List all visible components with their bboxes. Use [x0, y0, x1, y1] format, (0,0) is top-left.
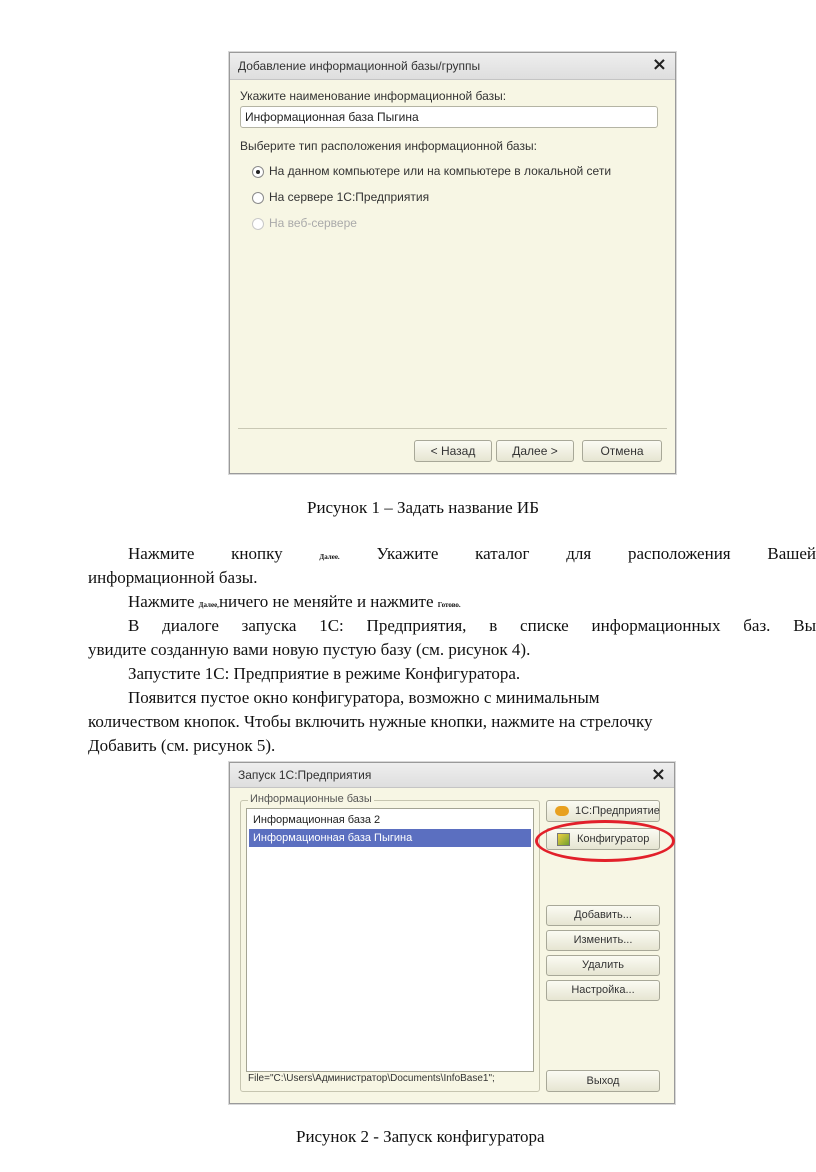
- next-button[interactable]: Далее >: [496, 440, 574, 462]
- figure1-caption: Рисунок 1 – Задать название ИБ: [307, 498, 539, 517]
- infobase-name-input[interactable]: Информационная база Пыгина: [240, 106, 658, 128]
- enterprise-button[interactable]: 1С:Предприятие: [546, 800, 660, 822]
- infobase-path: File="C:\Users\Администратор\Documents\I…: [248, 1073, 495, 1084]
- add-infobase-dialog: Добавление информационной базы/группы × …: [229, 52, 676, 474]
- delete-button[interactable]: Удалить: [546, 955, 660, 976]
- next-button-inline-2: Далее,: [198, 601, 219, 609]
- highlight-oval: [535, 820, 675, 862]
- dialog-title: Добавление информационной базы/группы: [238, 59, 481, 73]
- infobase-list[interactable]: Информационная база 2 Информационная баз…: [246, 808, 534, 1072]
- dialog-title-2: Запуск 1С:Предприятия: [238, 768, 372, 782]
- next-button-inline: Далее.: [319, 553, 340, 561]
- launch-enterprise-dialog: Запуск 1С:Предприятия × Информационные б…: [229, 762, 675, 1104]
- radio-option-server[interactable]: На сервере 1С:Предприятия: [252, 190, 652, 206]
- close-icon[interactable]: ×: [651, 764, 666, 785]
- infobases-group-label: Информационные базы: [248, 793, 374, 805]
- paragraph-3-line-1: В диалоге запуска 1С: Предприятия, в спи…: [128, 616, 816, 635]
- p2-text-b: ничего не меняйте и нажмите: [218, 592, 434, 611]
- paragraph-1-line-2: информационной базы.: [88, 568, 258, 587]
- paragraph-5-line-2: количеством кнопок. Чтобы включить нужны…: [88, 712, 653, 731]
- infobase-name-label: Укажите наименование информационной базы…: [240, 89, 507, 103]
- radio-selected-icon: [252, 166, 264, 178]
- cancel-button[interactable]: Отмена: [582, 440, 662, 462]
- radio-label-server: На сервере 1С:Предприятия: [269, 190, 430, 204]
- location-type-label: Выберите тип расположения информационной…: [240, 139, 537, 153]
- edit-button[interactable]: Изменить...: [546, 930, 660, 951]
- paragraph-3-line-2: увидите созданную вами новую пустую базу…: [88, 640, 531, 659]
- dialog-separator: [238, 428, 667, 429]
- p1-text-a: Нажмите кнопку: [128, 544, 283, 563]
- p2-text-a: Нажмите: [128, 592, 195, 611]
- radio-label-local: На данном компьютере или на компьютере в…: [269, 164, 612, 178]
- dialog-title-bar-2: Запуск 1С:Предприятия ×: [230, 763, 674, 788]
- list-item-infobase-2[interactable]: Информационная база 2: [249, 811, 531, 829]
- back-button[interactable]: < Назад: [414, 440, 492, 462]
- exit-button[interactable]: Выход: [546, 1070, 660, 1092]
- p1-text-b: Укажите каталог для расположения Вашей: [376, 544, 816, 563]
- paragraph-5-line-3: Добавить (см. рисунок 5).: [88, 736, 276, 755]
- figure2-caption: Рисунок 2 - Запуск конфигуратора: [296, 1127, 545, 1146]
- list-item-infobase-pygina[interactable]: Информационная база Пыгина: [249, 829, 531, 847]
- dialog-title-bar: Добавление информационной базы/группы ×: [230, 53, 675, 80]
- settings-button[interactable]: Настройка...: [546, 980, 660, 1001]
- finish-button-inline: Готово.: [437, 601, 461, 609]
- radio-option-local[interactable]: На данном компьютере или на компьютере в…: [252, 164, 652, 180]
- radio-disabled-icon: [252, 218, 264, 230]
- add-button[interactable]: Добавить...: [546, 905, 660, 926]
- enterprise-button-label: 1С:Предприятие: [575, 805, 660, 817]
- paragraph-4: Запустите 1С: Предприятие в режиме Конфи…: [128, 664, 521, 683]
- close-icon[interactable]: ×: [652, 54, 667, 75]
- paragraph-5-line-1: Появится пустое окно конфигуратора, возм…: [128, 688, 600, 707]
- enterprise-logo-icon: [555, 806, 569, 816]
- radio-label-web: На веб-сервере: [269, 216, 357, 230]
- radio-option-web: На веб-сервере: [252, 216, 652, 232]
- radio-unselected-icon: [252, 192, 264, 204]
